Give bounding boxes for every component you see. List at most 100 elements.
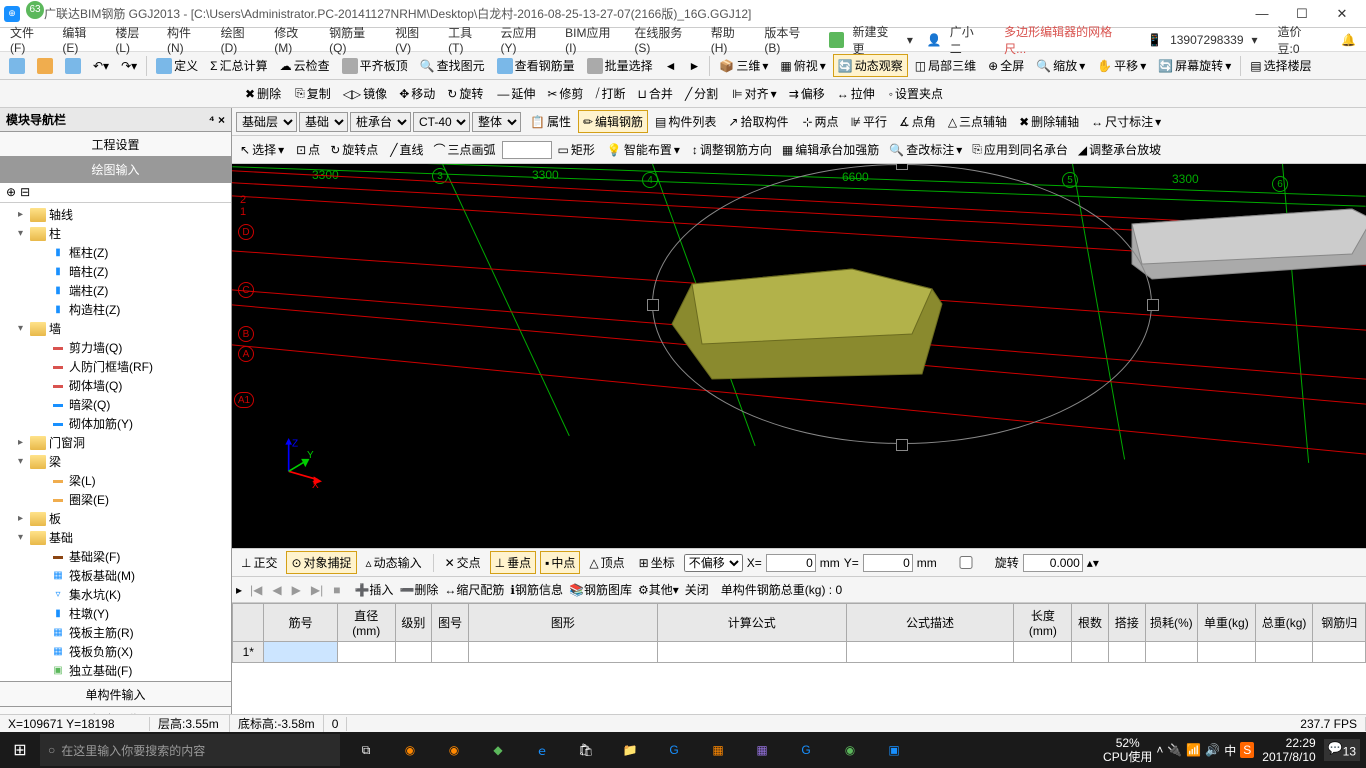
save-icon[interactable] <box>60 55 86 77</box>
extend-button[interactable]: —延伸 <box>492 82 540 105</box>
adj-dir-button[interactable]: ↕调整钢筋方向 <box>688 139 776 160</box>
member-tree[interactable]: ▸轴线 ▾柱 ▮框柱(Z) ▮暗柱(Z) ▮端柱(Z) ▮构造柱(Z) ▾墙 ▬… <box>0 203 231 682</box>
dim-button[interactable]: ↔尺寸标注▾ <box>1086 110 1166 133</box>
arc3-button[interactable]: ⌒三点画弧 <box>430 139 500 160</box>
rotate-button[interactable]: ↻旋转 <box>442 82 488 105</box>
3d-viewport[interactable]: 3300 3300 6600 3300 3 4 5 6 2 1 D C B A … <box>232 164 1366 548</box>
col-level[interactable]: 级别 <box>395 604 432 642</box>
orbit-handle-right[interactable] <box>1147 299 1159 311</box>
prev-icon[interactable]: ◄ <box>660 56 682 76</box>
tray-vol-icon[interactable]: 🔊 <box>1205 743 1220 757</box>
copy-button[interactable]: ⎘复制 <box>290 82 336 105</box>
app-blue[interactable]: ▣ <box>872 732 916 768</box>
tray-net-icon[interactable]: 📶 <box>1186 743 1201 757</box>
start-button[interactable]: ⊞ <box>0 740 40 760</box>
next-button[interactable]: ▶ <box>290 583 303 597</box>
pt-angle-button[interactable]: ∡点角 <box>894 110 941 133</box>
phone-number[interactable]: 📱13907298339 ▾ <box>1141 29 1263 51</box>
col-shape[interactable]: 图形 <box>468 604 657 642</box>
move-button[interactable]: ✥移动 <box>394 82 440 105</box>
update-badge[interactable]: 63 <box>26 1 44 19</box>
osnap-button[interactable]: ⊙对象捕捉 <box>286 551 356 574</box>
scale-rebar-button[interactable]: ↔缩尺配筋 <box>444 581 504 598</box>
screen-rotate-button[interactable]: 🔄屏幕旋转▾ <box>1153 54 1236 77</box>
menu-rebar[interactable]: 钢筋量(Q) <box>323 22 387 57</box>
close-rebar-button[interactable]: 关闭 <box>685 581 709 598</box>
col-totalw[interactable]: 总重(kg) <box>1255 604 1313 642</box>
del-aux-button[interactable]: ✖删除辅轴 <box>1014 110 1084 133</box>
app-purple[interactable]: ▦ <box>740 732 784 768</box>
app-3[interactable]: ◆ <box>476 732 520 768</box>
align-button[interactable]: ⊫对齐▾ <box>727 82 782 105</box>
menu-help[interactable]: 帮助(H) <box>705 22 757 57</box>
tray-clock[interactable]: 22:292017/8/10 <box>1258 736 1319 765</box>
menu-bim[interactable]: BIM应用(I) <box>559 22 626 57</box>
flat-top-button[interactable]: 平齐板顶 <box>337 54 413 77</box>
apply-same-button[interactable]: ⎘应用到同名承台 <box>968 139 1072 160</box>
tree-gzz[interactable]: 构造柱(Z) <box>69 301 120 318</box>
taskview-icon[interactable]: ⧉ <box>344 732 388 768</box>
toggle-icon[interactable]: ▸ <box>236 583 242 597</box>
col-unitw[interactable]: 单重(kg) <box>1198 604 1256 642</box>
app-1[interactable]: ◉ <box>388 732 432 768</box>
col-formula[interactable]: 计算公式 <box>657 604 846 642</box>
tree-foundation[interactable]: 基础 <box>49 529 73 546</box>
edge-icon[interactable]: ｅ <box>520 732 564 768</box>
local-3d-button[interactable]: ◫局部三维 <box>910 54 981 77</box>
store-icon[interactable]: 🛍 <box>564 732 608 768</box>
tree-jlq[interactable]: 剪力墙(Q) <box>69 339 122 356</box>
rebar-lib-button[interactable]: 📚钢筋图库 <box>569 581 632 598</box>
col-desc[interactable]: 公式描述 <box>846 604 1014 642</box>
panel-controls[interactable]: ⁴ × <box>209 113 225 127</box>
tree-opening[interactable]: 门窗洞 <box>49 434 85 451</box>
tree-kz[interactable]: 框柱(Z) <box>69 244 108 261</box>
tray-sogou-icon[interactable]: S <box>1240 742 1254 758</box>
rect-button[interactable]: ▭矩形 <box>554 139 599 160</box>
tree-axis[interactable]: 轴线 <box>49 206 73 223</box>
tree-beam[interactable]: 梁 <box>49 453 61 470</box>
ortho-button[interactable]: ⊥正交 <box>236 551 282 574</box>
delete-rebar-button[interactable]: ➖删除 <box>399 581 438 598</box>
orbit-handle-left[interactable] <box>647 299 659 311</box>
subtype-select[interactable]: 桩承台 <box>350 112 411 132</box>
prev-button[interactable]: ◀ <box>270 583 283 597</box>
tree-column[interactable]: 柱 <box>49 225 61 242</box>
eng-setting-tab[interactable]: 工程设置 <box>0 131 232 158</box>
tree-qtjj[interactable]: 砌体加筋(Y) <box>69 415 133 432</box>
offset-button[interactable]: ⇉偏移 <box>784 82 830 105</box>
insert-rebar-button[interactable]: ➕插入 <box>354 581 393 598</box>
stop-button[interactable]: ■ <box>331 583 342 597</box>
view-rebar-button[interactable]: 查看钢筋量 <box>492 54 580 77</box>
explorer-icon[interactable]: 📁 <box>608 732 652 768</box>
category-select[interactable]: 基础 <box>299 112 348 132</box>
col-len[interactable]: 长度(mm) <box>1014 604 1072 642</box>
new-icon[interactable] <box>4 55 30 77</box>
bell-icon[interactable]: 🔔 <box>1335 31 1362 49</box>
member-list-button[interactable]: ▤构件列表 <box>650 110 721 133</box>
menu-view[interactable]: 视图(V) <box>389 22 440 57</box>
tree-fbfj[interactable]: 筏板负筋(X) <box>69 643 133 660</box>
search-box[interactable]: ○ 在这里输入你要搜索的内容 <box>40 734 340 766</box>
tray-up-icon[interactable]: ˄ <box>1156 743 1163 757</box>
floor-select[interactable]: 基础层 <box>236 112 297 132</box>
line-button[interactable]: ╱直线 <box>386 139 427 160</box>
tree-ql[interactable]: 圈梁(E) <box>69 491 109 508</box>
tree-rfq[interactable]: 人防门框墙(RF) <box>69 358 153 375</box>
app-green[interactable]: ◉ <box>828 732 872 768</box>
col-count[interactable]: 根数 <box>1072 604 1109 642</box>
x-input[interactable] <box>766 554 816 572</box>
col-tuhao[interactable]: 图号 <box>432 604 469 642</box>
find-button[interactable]: 🔍查找图元 <box>415 54 490 77</box>
col-loss[interactable]: 损耗(%) <box>1145 604 1197 642</box>
apex-button[interactable]: △顶点 <box>584 551 629 574</box>
adj-slope-button[interactable]: ◢调整承台放坡 <box>1074 139 1165 160</box>
point-button[interactable]: ⊡点 <box>292 139 324 160</box>
col-dia[interactable]: 直径(mm) <box>337 604 395 642</box>
set-point-button[interactable]: ◦设置夹点 <box>884 82 948 105</box>
tree-zd[interactable]: 柱墩(Y) <box>69 605 109 622</box>
parallel-button[interactable]: ⊯平行 <box>846 110 892 133</box>
trim-button[interactable]: ✂修剪 <box>542 82 588 105</box>
rotate-checkbox[interactable] <box>941 556 991 569</box>
select-floor-button[interactable]: ▤选择楼层 <box>1245 54 1316 77</box>
pick-button[interactable]: ↗拾取构件 <box>723 110 793 133</box>
